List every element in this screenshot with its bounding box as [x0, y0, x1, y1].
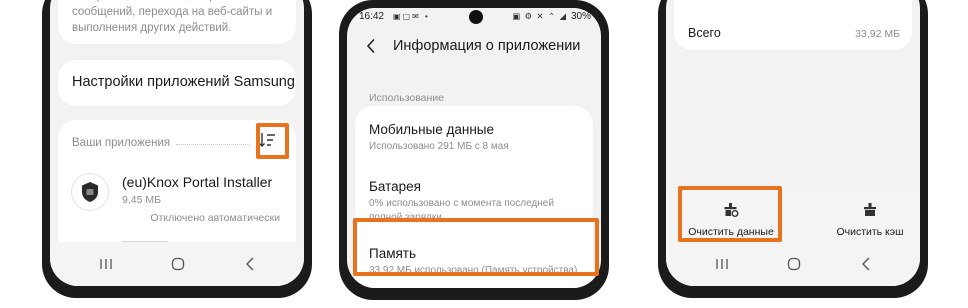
app-list-item[interactable]: (eu)Knox Portal Installer 9,45 МБ Отключ… — [58, 164, 296, 228]
mobile-data-item[interactable]: Мобильные данные Использовано 291 МБ с 8… — [355, 106, 593, 164]
status-icons: ▣ ⚙ ✕ ⌃ ◢ — [512, 11, 567, 21]
sort-icon — [259, 133, 275, 147]
battery-level: 30% — [570, 11, 591, 22]
phone-frame-left: …получения разрешения для совершения выз… — [42, 0, 312, 298]
screen-app-info: 16:42 ▣▢✉ • ▣ ⚙ ✕ ⌃ ◢ 30% Информация о п… — [347, 8, 601, 288]
back-arrow-button[interactable] — [361, 36, 381, 56]
permissions-card: …получения разрешения для совершения выз… — [58, 0, 296, 44]
clear-data-button[interactable]: Очистить данные — [678, 192, 784, 242]
back-button[interactable] — [856, 254, 876, 274]
phone-frame-right: Всего 33,92 МБ Очистить данные Очистить … — [658, 0, 928, 298]
total-label: Всего — [688, 26, 721, 40]
clear-cache-icon — [864, 203, 876, 216]
app-size: 9,45 МБ — [122, 194, 161, 206]
section-dotted-divider — [176, 144, 250, 145]
battery-item[interactable]: Батарея 0% использовано с момента послед… — [355, 166, 593, 224]
status-time: 16:42 — [359, 11, 385, 22]
storage-title: Память — [369, 246, 417, 261]
clear-data-icon — [724, 203, 739, 217]
sort-button[interactable] — [254, 127, 280, 153]
chevron-left-icon — [366, 38, 375, 54]
recent-apps-icon — [100, 259, 112, 269]
bottom-actions: Очистить данные Очистить кэш — [666, 186, 920, 250]
storage-total-card: Всего 33,92 МБ — [674, 0, 912, 50]
status-bar: 16:42 ▣▢✉ • ▣ ⚙ ✕ ⌃ ◢ 30% — [347, 8, 601, 26]
knox-app-icon — [72, 174, 108, 210]
back-icon — [862, 257, 870, 271]
home-button[interactable] — [784, 254, 804, 274]
samsung-settings-item[interactable]: Настройки приложений Samsung — [58, 60, 296, 106]
screen-app-list: …получения разрешения для совершения выз… — [50, 0, 304, 286]
battery-title: Батарея — [369, 179, 421, 194]
mobile-data-subtitle: Использовано 291 МБ с 8 мая — [369, 141, 509, 152]
app-status: Отключено автоматически — [150, 212, 280, 224]
your-apps-label: Ваши приложения — [72, 137, 171, 149]
back-icon — [246, 257, 254, 271]
clear-data-label: Очистить данные — [688, 226, 774, 238]
samsung-settings-label: Настройки приложений Samsung — [72, 74, 295, 90]
storage-subtitle: 33,92 МБ использовано (Память устройства… — [369, 265, 578, 276]
battery-subtitle: 0% использовано с момента последней полн… — [369, 198, 554, 223]
recent-apps-icon — [716, 259, 728, 269]
phone-frame-middle: 16:42 ▣▢✉ • ▣ ⚙ ✕ ⌃ ◢ 30% Информация о п… — [339, 0, 609, 300]
section-usage-label: Использование — [369, 92, 445, 104]
app-name: (eu)Knox Portal Installer — [122, 174, 273, 190]
permissions-description: …получения разрешения для совершения выз… — [72, 0, 273, 34]
home-icon — [171, 257, 185, 271]
home-button[interactable] — [168, 254, 188, 274]
clear-cache-button[interactable]: Очистить кэш — [820, 192, 920, 242]
home-icon — [787, 257, 801, 271]
notification-icons: ▣▢✉ • — [393, 12, 430, 21]
recent-apps-button[interactable] — [712, 254, 732, 274]
total-value: 33,92 МБ — [855, 28, 900, 40]
navigation-bar — [50, 242, 304, 286]
usage-card: Мобильные данные Использовано 291 МБ с 8… — [355, 106, 593, 288]
screen-storage: Всего 33,92 МБ Очистить данные Очистить … — [666, 0, 920, 286]
back-button[interactable] — [240, 254, 260, 274]
page-title: Информация о приложении — [393, 38, 581, 54]
storage-item[interactable]: Память 33,92 МБ использовано (Память уст… — [355, 226, 593, 284]
recent-apps-button[interactable] — [96, 254, 116, 274]
front-camera — [469, 10, 483, 24]
navigation-bar — [666, 242, 920, 286]
app-bar: Информация о приложении — [347, 30, 601, 62]
clear-cache-label: Очистить кэш — [836, 226, 904, 238]
mobile-data-title: Мобильные данные — [369, 122, 495, 137]
